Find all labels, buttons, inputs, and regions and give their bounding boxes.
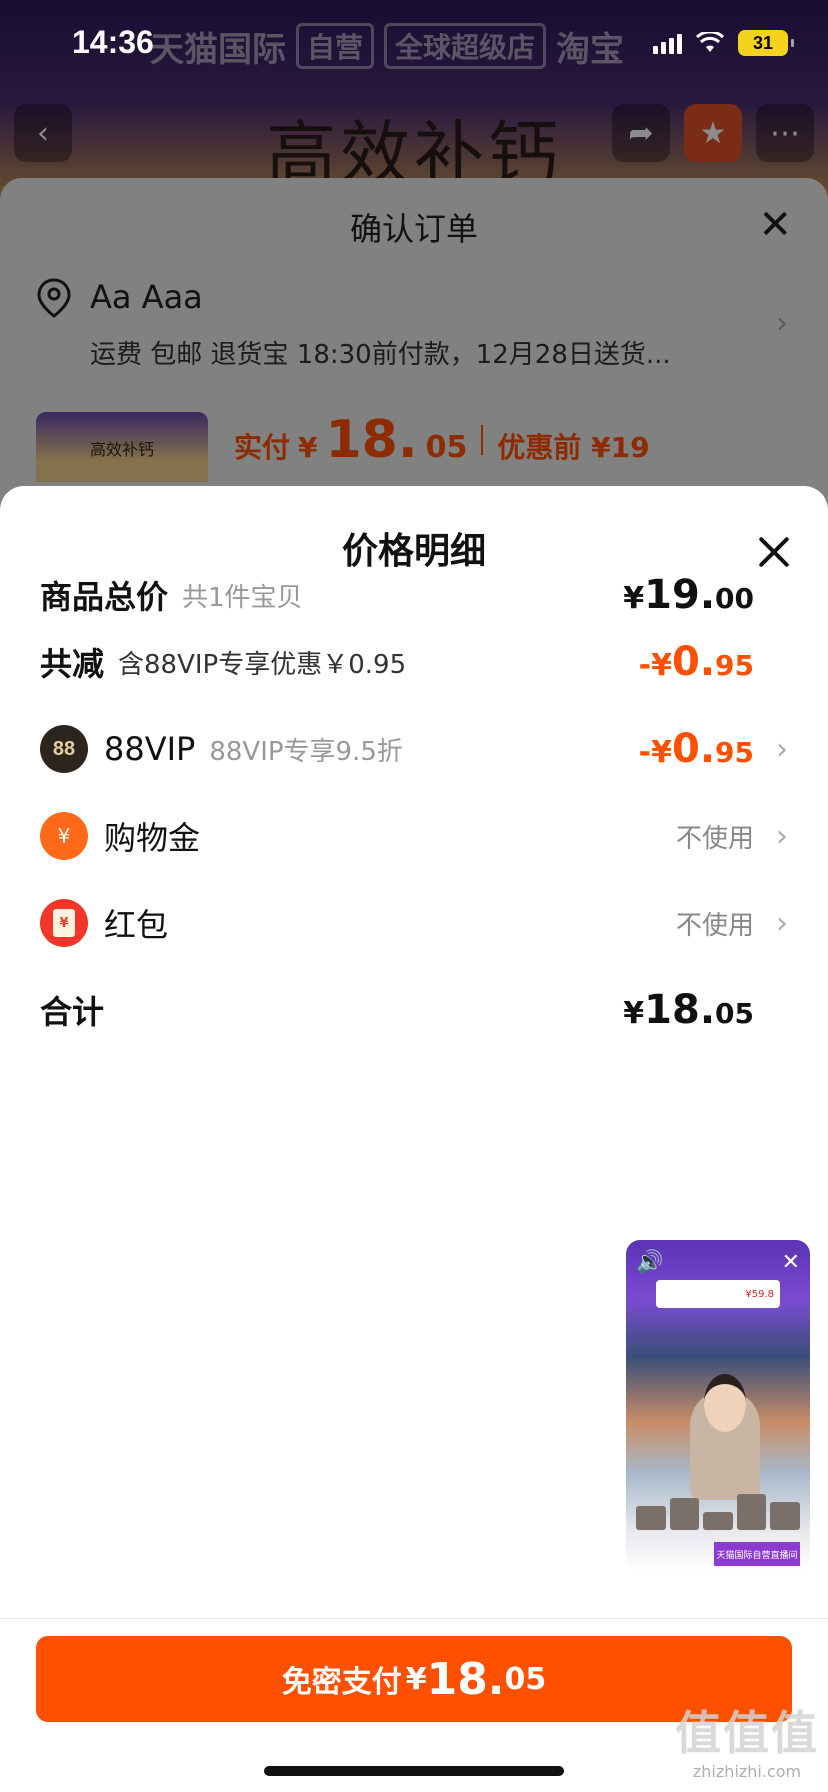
goods-count: 共1件宝贝 [182, 582, 303, 613]
pay-button-label: 免密支付 [281, 1665, 402, 1700]
floating-live-video[interactable]: 🔊 ✕ ¥59.8 天猫国际自营直播间 [626, 1240, 810, 1572]
wifi-icon [696, 32, 724, 52]
total-discount-currency: -¥ [638, 648, 672, 683]
status-time: 14:36 [72, 24, 154, 60]
red-packet-label: 红包 [104, 906, 169, 944]
vip-discount-integer: 0. [672, 726, 716, 772]
pay-button-currency: ¥ [405, 1661, 427, 1697]
goods-total-amount: ¥ 19. 00 [623, 572, 754, 618]
watermark: 值值值 zhizhizhi.com [672, 1710, 822, 1781]
vip-label: 88VIP [104, 730, 196, 768]
row-shopping-gold[interactable]: ¥ 购物金 不使用 › [40, 801, 788, 871]
close-icon[interactable]: ✕ [782, 1250, 800, 1275]
live-video-controls: 🔊 ✕ [626, 1240, 810, 1284]
vip-discount-amount: -¥ 0. 95 [639, 726, 754, 772]
vip-discount-decimal: 95 [715, 736, 754, 769]
shopping-gold-value: 不使用 [675, 823, 754, 854]
total-discount-decimal: 95 [715, 649, 754, 682]
row-88vip[interactable]: 88 88VIP 88VIP专享9.5折 -¥ 0. 95 › [40, 714, 788, 784]
row-sum: 合计 ¥ 18. 05 [40, 975, 788, 1045]
row-goods-total: 商品总价 共1件宝贝 ¥ 19. 00 [40, 560, 788, 630]
bottom-divider [0, 1618, 828, 1619]
watermark-logo: 值值值 [675, 1706, 819, 1760]
red-packet-value: 不使用 [675, 910, 754, 941]
vip-note: 88VIP专享9.5折 [209, 736, 403, 767]
sum-amount: ¥ 18. 05 [623, 987, 754, 1033]
status-icons: 31 [653, 30, 794, 56]
speaker-icon[interactable]: 🔊 [636, 1250, 663, 1275]
row-total-discount: 共减 含88VIP专享优惠￥0.95 -¥ 0. 95 [40, 627, 788, 697]
live-video-product-banner: ¥59.8 [656, 1280, 780, 1308]
red-packet-icon-symbol: ¥ [53, 909, 75, 937]
shopping-gold-label: 购物金 [104, 819, 201, 857]
vip-88-icon: 88 [40, 725, 88, 773]
total-discount-integer: 0. [672, 639, 716, 685]
goods-total-integer: 19. [644, 572, 716, 618]
total-discount-label: 共减 [40, 645, 105, 683]
vip-discount-currency: -¥ [638, 735, 672, 770]
sum-currency: ¥ [623, 996, 645, 1031]
price-detail-sheet: 价格明细 商品总价 共1件宝贝 ¥ 19. 00 共减 含88VIP专享优惠￥0… [0, 486, 828, 1792]
goods-total-decimal: 00 [715, 582, 754, 615]
cellular-signal-icon [653, 32, 682, 54]
status-bar: 14:36 31 [0, 0, 828, 90]
battery-icon: 31 [738, 30, 794, 56]
pay-button-decimal: 05 [504, 1661, 547, 1697]
total-discount-amount: -¥ 0. 95 [639, 639, 754, 685]
total-discount-note: 含88VIP专享优惠￥0.95 [118, 649, 407, 680]
goods-total-label: 商品总价 [40, 578, 169, 616]
pay-button-integer: 18. [426, 1653, 505, 1705]
sum-decimal: 05 [715, 997, 754, 1030]
chevron-right-icon: › [776, 905, 788, 941]
sum-integer: 18. [644, 987, 716, 1033]
live-room-tag: 天猫国际自营直播间 [714, 1542, 800, 1566]
battery-level: 31 [752, 32, 774, 53]
live-host-face [704, 1374, 746, 1432]
money-bag-icon: ¥ [40, 812, 88, 860]
chevron-right-icon: › [776, 731, 788, 767]
goods-total-currency: ¥ [623, 581, 645, 616]
sum-label: 合计 [40, 993, 105, 1031]
row-red-packet[interactable]: ¥ 红包 不使用 › [40, 888, 788, 958]
red-packet-icon: ¥ [40, 899, 88, 947]
watermark-url: zhizhizhi.com [692, 1762, 802, 1781]
live-products-display [636, 1490, 800, 1530]
chevron-right-icon: › [776, 818, 788, 854]
home-indicator [264, 1766, 564, 1776]
